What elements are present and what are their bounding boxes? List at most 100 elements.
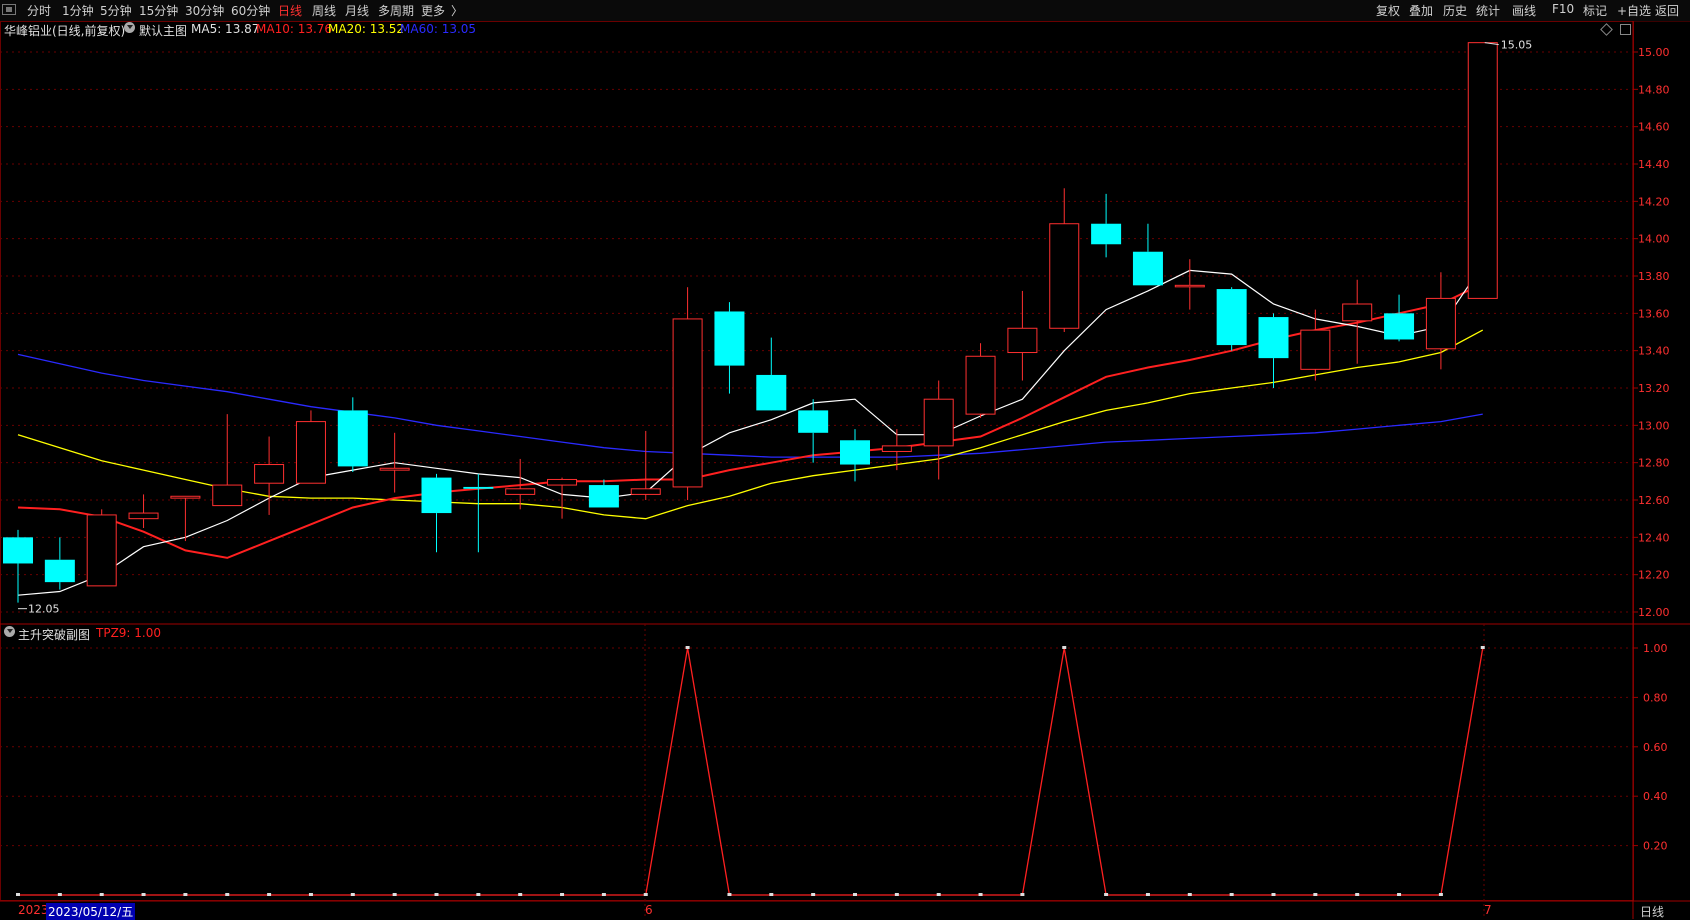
candle-body [1258,317,1289,359]
candle-body [547,478,578,486]
candle [714,302,745,394]
candle [170,495,201,542]
tpz9-point [1355,893,1360,896]
tpz9-point [936,893,941,896]
period-indicator: 日线 [1640,905,1665,919]
axis-tick-label: 14.80 [1638,83,1670,96]
candle-body [1007,327,1038,354]
tpz9-point [183,893,188,896]
candle-body [840,440,870,465]
tpz9-point [308,893,313,896]
high-price-marker: 15.05 [1501,39,1533,52]
candle-body [714,311,745,366]
tpz9-point [1104,893,1109,896]
tpz9-point [769,893,774,896]
candle [965,343,996,418]
tpz9-point [643,893,648,896]
candle [1132,223,1163,286]
candle-body [421,477,452,514]
tpz9-point [560,893,565,896]
candle-body [1467,42,1498,299]
tpz9-point [1397,893,1402,896]
tpz9-point [57,893,62,896]
tpz9-point [1062,646,1067,649]
tpz9-point [16,893,20,896]
candle-body [1049,223,1080,329]
candle [1091,193,1122,258]
tpz9-point [1438,893,1443,896]
axis-tick-label: 13.00 [1638,419,1670,432]
candle-body [923,398,954,447]
price-markers: 15.05 12.05 [18,39,1532,616]
tpz9-point [811,893,816,896]
tpz9-point [225,893,230,896]
axis-tick-label: 14.40 [1638,158,1670,171]
candle-body [1425,297,1456,350]
candle-body [1342,303,1373,322]
axis-tick-label: 13.20 [1638,382,1670,395]
sub-axis-tick-label: 0.40 [1643,790,1668,803]
tpz9-point [350,893,355,896]
kline-chart[interactable]: 15.00 14.80 14.60 14.40 14.20 14.00 13.80 13.60… [0,0,1690,919]
tpz9-point [1229,893,1234,896]
tpz9-line [18,647,1484,896]
candle-body [1091,223,1122,245]
tpz9-point [99,893,104,896]
candle [798,399,829,463]
date-axis: 2023 2023/05/12/五 6 7 [0,901,1633,920]
axis-tick-label: 13.60 [1638,307,1670,320]
tpz9-point [1271,893,1276,896]
candle [337,397,368,472]
chart-frame [0,21,1634,901]
tpz9-point [476,893,481,896]
candle-body [1216,289,1247,346]
sub-axis-tick-label: 0.60 [1643,741,1668,754]
candle-body [1132,251,1163,286]
sub-axis-tick-label: 1.00 [1643,642,1668,655]
axis-tick-label: 12.00 [1638,606,1670,619]
candle-body [128,512,159,520]
tpz9-point [1187,893,1192,896]
candle [1258,313,1289,388]
axis-tick-label: 14.00 [1638,233,1670,246]
axis-tick-label: 13.40 [1638,345,1670,358]
tpz9-point [685,646,690,649]
tpz9-point [392,893,397,896]
axis-tick-label: 12.20 [1638,569,1670,582]
candle-body [44,559,75,583]
tpz9-point [978,893,983,896]
candle-body [86,514,117,587]
candle [1174,259,1205,310]
candle [1216,287,1247,351]
candle [756,337,787,411]
candle [1384,294,1415,342]
ma5-line [17,264,1484,596]
ma60-line [17,353,1483,458]
grid-lines [0,21,1690,919]
candle-body [170,495,201,499]
axis-tick-label: 15.00 [1638,46,1670,59]
candle [630,430,661,500]
candle [3,529,33,603]
candle [1467,42,1498,299]
month-6-label: 6 [645,903,653,917]
tpz9-point [1020,893,1025,896]
candle-body [965,355,996,415]
candle-body [254,464,285,484]
candle-body [588,485,619,508]
candle [212,414,243,507]
candle [547,477,578,519]
candle-body [672,318,703,488]
axis-tick-label: 12.80 [1638,457,1670,470]
candle [44,537,75,590]
low-price-marker: 12.05 [28,603,60,616]
candle [1342,279,1373,364]
candle [128,494,159,528]
candle [588,479,619,508]
tpz9-point [894,893,899,896]
candle [1007,290,1038,381]
candle [463,473,494,553]
tpz9-point [1313,893,1318,896]
candle-body [798,410,829,433]
tpz9-point [518,893,523,896]
